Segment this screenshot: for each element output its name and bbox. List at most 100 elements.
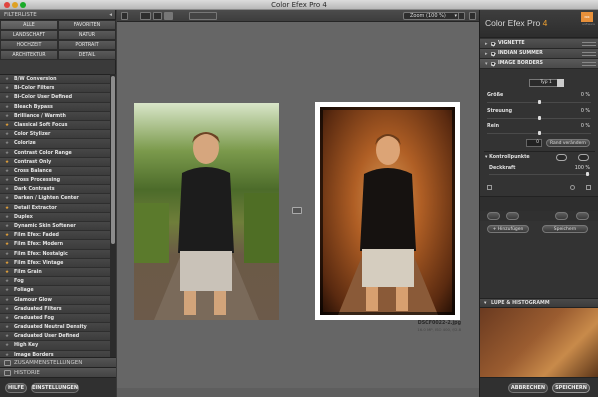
brush-icon[interactable] [487, 185, 492, 190]
filter-list-item[interactable]: Cross Balance [0, 166, 110, 176]
recipe-buttons-row [480, 211, 598, 221]
filter-list-item[interactable]: Detail Extractor [0, 203, 110, 213]
enable-filter-checkbox[interactable] [491, 62, 495, 66]
filter-menu-icon[interactable] [582, 62, 596, 66]
filter-list-item[interactable]: Bi-Color Filters [0, 84, 110, 94]
single-view-icon[interactable] [140, 12, 151, 20]
filter-list-item[interactable]: Dark Contrasts [0, 185, 110, 195]
filter-list-item[interactable]: Cross Processing [0, 176, 110, 185]
zoom-select[interactable]: Zoom (100 %) ▾ [403, 12, 461, 20]
filter-list-item[interactable]: Dynamic Skin Softener [0, 222, 110, 231]
filter-menu-icon[interactable] [582, 42, 596, 46]
filter-list-item[interactable]: Graduated User Defined [0, 332, 110, 342]
filter-list-item[interactable]: Foliage [0, 286, 110, 296]
clean-slider-knob[interactable] [538, 131, 541, 135]
settings-button[interactable]: EINSTELLUNGEN [31, 383, 79, 393]
history-section[interactable]: HISTORIE [0, 367, 116, 377]
spread-slider-knob[interactable] [538, 116, 541, 120]
category-tab[interactable]: FAVORITEN [58, 20, 116, 30]
applied-filter-row[interactable]: ▾ IMAGE BORDERS [480, 59, 598, 69]
chevron-right-icon[interactable]: ▸ [485, 39, 488, 49]
category-tab[interactable]: ARCHITEKTUR [0, 50, 58, 60]
fullscreen-icon[interactable] [469, 12, 476, 20]
redo-button[interactable] [506, 212, 519, 220]
filter-menu-icon[interactable] [582, 52, 596, 56]
scrollbar-thumb[interactable] [111, 76, 115, 244]
category-tab[interactable]: ALLE [0, 20, 58, 30]
vary-value: 0 [536, 140, 539, 145]
filter-list-item[interactable]: Film Grain [0, 267, 110, 277]
vary-field[interactable]: 0 [526, 139, 542, 147]
filter-list-item[interactable]: Graduated Fog [0, 313, 110, 323]
filter-list-item[interactable]: Fog [0, 277, 110, 287]
add-control-point-plus-icon[interactable] [556, 154, 567, 161]
category-tab[interactable]: LANDSCHAFT [0, 30, 58, 40]
filter-list-item[interactable]: Film Efex: Modern [0, 240, 110, 250]
chevron-down-icon[interactable]: ▾ [485, 59, 488, 69]
loupe-histogram-header[interactable]: ▾ LUPE & HISTOGRAMM [480, 298, 598, 308]
filter-list-item[interactable]: Brilliance / Warmth [0, 111, 110, 121]
side-by-side-view-icon[interactable] [164, 12, 173, 20]
save-recipe-button[interactable]: Speichern [542, 225, 588, 233]
filter-list-item[interactable]: Contrast Color Range [0, 148, 110, 158]
size-slider-knob[interactable] [538, 100, 541, 104]
split-view-icon[interactable] [153, 12, 162, 20]
recipes-section[interactable]: ZUSAMMENSTELLUNGEN [0, 357, 116, 367]
compare-toggle-icon[interactable] [292, 207, 302, 214]
filter-list-item[interactable]: Film Efex: Vintage [0, 258, 110, 268]
collapse-panel-icon[interactable]: ◂ [109, 10, 112, 20]
filter-list-item[interactable]: Contrast Only [0, 157, 110, 167]
opacity-slider[interactable] [489, 174, 590, 175]
filter-list-item[interactable]: Film Efex: Nostalgic [0, 249, 110, 259]
app-header: Color Efex Pro 4 NIK software [480, 10, 598, 38]
opacity-slider-knob[interactable] [586, 172, 589, 176]
add-control-point-minus-icon[interactable] [578, 154, 589, 161]
category-tab[interactable]: HOCHZEIT [0, 40, 58, 50]
help-button[interactable]: HILFE [5, 383, 27, 393]
filter-list-item[interactable]: High Key [0, 341, 110, 351]
enable-filter-checkbox[interactable] [491, 42, 495, 46]
filter-list-item[interactable]: Graduated Filters [0, 304, 110, 314]
chevron-right-icon[interactable]: ▸ [485, 49, 488, 59]
applied-filter-row[interactable]: ▸ VIGNETTE [480, 39, 598, 49]
zoom-label: Zoom (100 %) [410, 13, 446, 19]
background-color-button[interactable] [189, 12, 217, 20]
hide-panel-icon[interactable] [121, 12, 128, 20]
clean-label: Rein [487, 124, 500, 129]
filter-list-scrollbar[interactable] [110, 74, 116, 368]
enable-filter-checkbox[interactable] [491, 52, 495, 56]
reset-icon[interactable] [570, 185, 575, 190]
filter-list-item[interactable]: B/W Conversion [0, 75, 110, 84]
after-image-frame[interactable] [315, 102, 460, 320]
type-select-arrow[interactable] [557, 79, 564, 87]
filter-list-item[interactable]: Film Efex: Faded [0, 231, 110, 241]
filter-list-item[interactable]: Bi-Color User Defined [0, 93, 110, 103]
app-title-main: Color Efex Pro [485, 18, 541, 28]
applied-filter-row[interactable]: ▸ INDIAN SUMMER [480, 49, 598, 59]
save-button[interactable]: SPEICHERN [552, 383, 590, 393]
filter-list-item[interactable]: Glamour Glow [0, 295, 110, 305]
loupe-preview[interactable] [480, 308, 598, 377]
filter-list-item[interactable]: Colorize [0, 139, 110, 149]
filter-list-item[interactable]: Duplex [0, 212, 110, 222]
before-image[interactable] [134, 103, 279, 320]
control-points-toggle[interactable]: ▾ Kontrollpunkte [485, 155, 530, 160]
filter-list-item[interactable]: Darken / Lighten Center [0, 194, 110, 204]
applied-filter-label: INDIAN SUMMER [498, 51, 543, 56]
filter-list-item[interactable]: Color Stylizer [0, 130, 110, 140]
category-tab[interactable]: PORTRAIT [58, 40, 116, 50]
category-tab[interactable]: DETAIL [58, 50, 116, 60]
vary-border-button[interactable]: Rand verändern [546, 139, 590, 147]
filter-list-item[interactable]: Graduated Neutral Density [0, 323, 110, 332]
compare-button[interactable] [576, 212, 589, 220]
undo-button[interactable] [487, 212, 500, 220]
filter-list-item[interactable]: Bleach Bypass [0, 102, 110, 112]
delete-icon[interactable] [586, 185, 591, 190]
spread-label: Streuung [487, 109, 513, 114]
filter-list-item[interactable]: Classical Soft Focus [0, 120, 110, 130]
cancel-button[interactable]: ABBRECHEN [508, 383, 548, 393]
before-after-button[interactable] [555, 212, 568, 220]
add-filter-button[interactable]: + Hinzufügen [487, 225, 529, 233]
category-tab[interactable]: NATUR [58, 30, 116, 40]
loupe-icon[interactable] [458, 12, 465, 20]
